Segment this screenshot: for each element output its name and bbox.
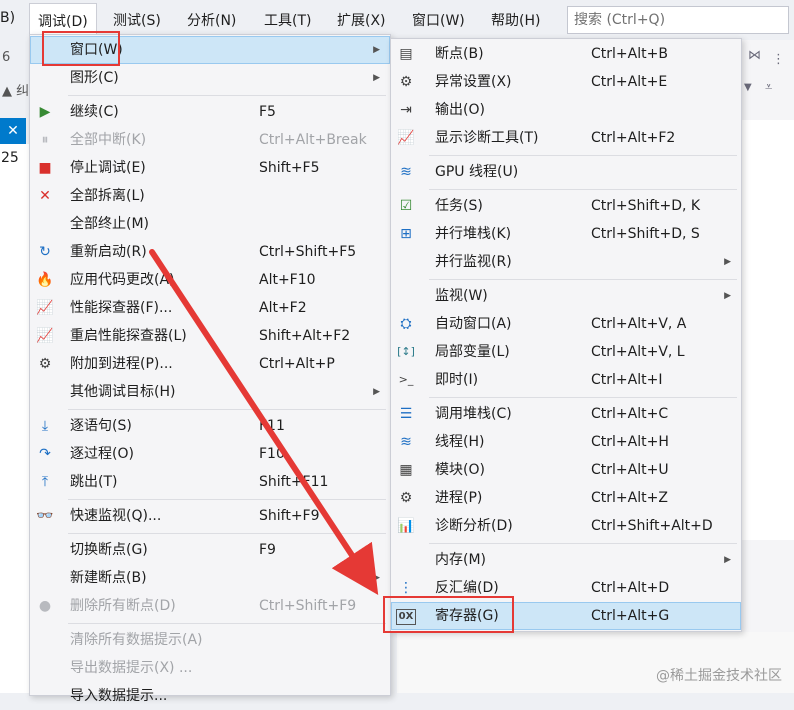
- annotation-arrow: [149, 249, 379, 596]
- watermark: @稀土掘金技术社区: [656, 668, 782, 684]
